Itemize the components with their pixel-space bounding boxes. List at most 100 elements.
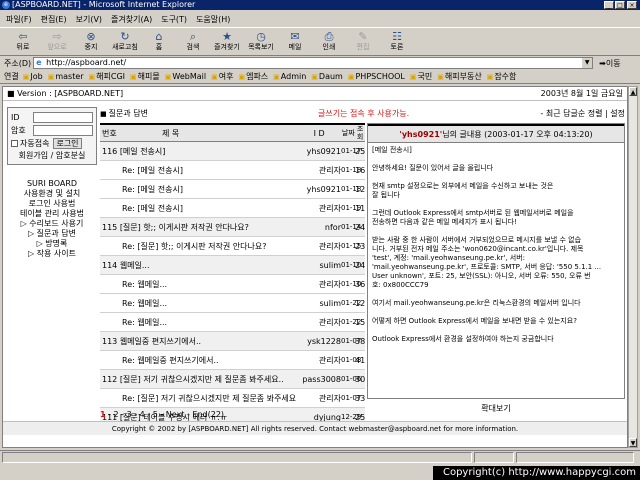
post-title[interactable]: Re: 웹메일...: [100, 317, 297, 328]
table-row[interactable]: Re: 웹메일... 관리자 01-22 15: [100, 313, 365, 332]
post-title[interactable]: 112 [질문] 저기 귀찮으시겠지만 제 질문좀 봐주세요..: [100, 374, 297, 385]
enlarge-link[interactable]: 확대보기: [367, 403, 625, 414]
toolbar-button[interactable]: ⇨ 앞으로: [40, 28, 74, 56]
password-input[interactable]: [33, 125, 93, 136]
table-row[interactable]: Re: [질문] 저기 귀찮으시겠지만 제 질문좀 봐주세요.. 관리자 01-07…: [100, 389, 365, 408]
table-row[interactable]: Re: 웹메일... 관리자 01-10 36: [100, 275, 365, 294]
table-row[interactable]: Re: [질문] 핫;; 이게시판 저작권 안다나요? 관리자 01-15 23: [100, 237, 365, 256]
table-row[interactable]: Re: [메일 전송시] 관리자 01-19 11: [100, 199, 365, 218]
table-row[interactable]: Re: 웹메일... sulim 01-22 12: [100, 294, 365, 313]
sidebar-item[interactable]: 로그인 사용법: [7, 199, 97, 209]
menu-item[interactable]: 도움말(H): [196, 14, 230, 25]
table-row[interactable]: Re: [메일 전송시] 관리자 01-18 16: [100, 161, 365, 180]
table-row[interactable]: Re: [메일 전송시] yhs0921 01-18 12: [100, 180, 365, 199]
post-title[interactable]: 114 웹메일...: [100, 260, 297, 271]
post-author: 관리자: [318, 203, 341, 213]
toolbar-button[interactable]: ☷ 토론: [380, 28, 414, 56]
close-button[interactable]: ×: [627, 1, 637, 9]
menu-item[interactable]: 즐겨찾기(A): [111, 14, 152, 25]
sidebar-item[interactable]: ▷ 질문과 답변: [7, 229, 97, 239]
toolbar-button[interactable]: ⊗ 중지: [74, 28, 108, 56]
address-bar: 주소(D) http://aspboard.net/ ▼ ➡이동: [0, 56, 640, 70]
scroll-down-icon[interactable]: ▼: [629, 438, 637, 447]
sort-option[interactable]: - 최근 답글순 정렬 | 설정: [540, 107, 625, 121]
auto-login-checkbox[interactable]: [11, 139, 18, 147]
minimize-button[interactable]: _: [604, 1, 614, 9]
link-item[interactable]: Job: [23, 72, 42, 81]
link-item[interactable]: 해피몰: [130, 71, 160, 82]
sidebar-item[interactable]: ▷ 수리보드 사용기: [7, 219, 97, 229]
address-input[interactable]: http://aspboard.net/ ▼: [33, 57, 594, 69]
scroll-up-icon[interactable]: ▲: [629, 87, 637, 96]
post-date: 01-07: [341, 337, 362, 345]
toolbar-button[interactable]: ⇦ 뒤로: [6, 28, 40, 56]
post-title[interactable]: 113 웹메일중 편지쓰기에서..: [100, 336, 297, 347]
sidebar-item[interactable]: SURI BOARD: [7, 179, 97, 189]
title-header: 제 목: [162, 128, 180, 138]
sidebar-item[interactable]: 테이블 관리 사용법: [7, 209, 97, 219]
link-item[interactable]: PHPSCHOOL: [348, 72, 404, 81]
link-item[interactable]: Admin: [273, 72, 307, 81]
sidebar-item[interactable]: ▷ 방명록: [7, 239, 97, 249]
link-item[interactable]: 해피CGI: [89, 71, 125, 82]
table-row[interactable]: 115 [질문] 핫;; 이게시판 저작권 안다나요? nfor 01-14 24: [100, 218, 365, 237]
toolbar-button[interactable]: ★ 즐겨찾기: [210, 28, 244, 56]
address-dropdown-icon[interactable]: ▼: [582, 58, 593, 68]
current-page[interactable]: 1: [100, 410, 106, 419]
table-row[interactable]: 113 웹메일중 편지쓰기에서.. ysk1228 01-07 38: [100, 332, 365, 351]
post-title[interactable]: 115 [질문] 핫;; 이게시판 저작권 안다나요?: [100, 222, 297, 233]
go-button[interactable]: ➡이동: [599, 58, 620, 69]
post-title[interactable]: Re: [질문] 핫;; 이게시판 저작권 안다나요?: [100, 241, 297, 252]
post-title[interactable]: Re: [메일 전송시]: [100, 184, 297, 195]
link-item[interactable]: 엠파스: [238, 71, 268, 82]
toolbar-button[interactable]: ⌂ 홈: [142, 28, 176, 56]
id-header: I D: [313, 128, 325, 138]
toolbar-button[interactable]: ↻ 새로고침: [108, 28, 142, 56]
link-item[interactable]: 잡수함: [487, 71, 516, 82]
link-item[interactable]: WebMail: [165, 72, 206, 81]
post-title[interactable]: Re: 웹메일...: [100, 298, 297, 309]
toolbar-button[interactable]: ✎ 편집: [346, 28, 380, 56]
post-title[interactable]: Re: 웹메일중 편지쓰기에서..: [100, 355, 297, 366]
post-count: 36: [355, 279, 366, 289]
post-title[interactable]: Re: [메일 전송시]: [100, 203, 297, 214]
forward-arrow-icon: ⇨: [52, 30, 62, 43]
menu-item[interactable]: 보기(V): [76, 14, 102, 25]
link-item[interactable]: Daum: [311, 72, 343, 81]
count-header: 조회: [356, 125, 364, 141]
toolbar-button[interactable]: ✉ 메일: [278, 28, 312, 56]
post-title[interactable]: 116 [메일 전송시]: [100, 146, 297, 157]
post-title[interactable]: Re: 웹메일...: [100, 279, 297, 290]
table-row[interactable]: 116 [메일 전송시] yhs0921 01-17 25: [100, 142, 365, 161]
table-row[interactable]: 114 웹메일... sulim 01-10 24: [100, 256, 365, 275]
menu-item[interactable]: 파일(F): [6, 14, 32, 25]
toolbar-button[interactable]: ◷ 목록보기: [244, 28, 278, 56]
toolbar-button[interactable]: ⌕ 검색: [176, 28, 210, 56]
post-title[interactable]: Re: [질문] 저기 귀찮으시겠지만 제 질문좀 봐주세요..: [100, 393, 297, 404]
print-icon: ⎙: [324, 30, 334, 43]
link-item[interactable]: 여후: [211, 71, 234, 82]
table-row[interactable]: 112 [질문] 저기 귀찮으시겠지만 제 질문좀 봐주세요.. pass3008…: [100, 370, 365, 389]
menu-item[interactable]: 편집(E): [41, 14, 67, 25]
join-link[interactable]: 회원가입 / 암호분실: [11, 150, 93, 161]
link-item[interactable]: 해피부동산: [437, 71, 482, 82]
id-input[interactable]: [33, 112, 93, 123]
menu-item[interactable]: 도구(T): [161, 14, 187, 25]
post-title[interactable]: Re: [메일 전송시]: [100, 165, 297, 176]
table-row[interactable]: Re: 웹메일중 편지쓰기에서.. 관리자 01-08 41: [100, 351, 365, 370]
login-button[interactable]: 로그인: [53, 137, 82, 149]
post-date: 01-06: [341, 375, 362, 383]
maximize-button[interactable]: □: [615, 1, 625, 9]
post-author: nfor: [324, 222, 341, 232]
toolbar-button-label: 목록보기: [248, 43, 274, 51]
link-item[interactable]: master: [48, 72, 83, 81]
link-item[interactable]: 국민: [410, 71, 433, 82]
vertical-scrollbar[interactable]: ▲ ▼: [628, 86, 638, 448]
list-rows: 116 [메일 전송시] yhs0921 01-17 25 Re: [메일 전송시] 관리…: [100, 142, 365, 427]
toolbar-button[interactable]: ⎙ 인쇄: [312, 28, 346, 56]
sidebar-item[interactable]: ▷ 작용 사이트: [7, 249, 97, 259]
post-date: 01-07: [341, 394, 362, 402]
sidebar-item[interactable]: 사용환경 및 설치: [7, 189, 97, 199]
post-author: yhs0921: [306, 146, 341, 156]
page-links[interactable]: - 2 - 3 - 4 - 5 - Next - End(22): [108, 410, 224, 419]
